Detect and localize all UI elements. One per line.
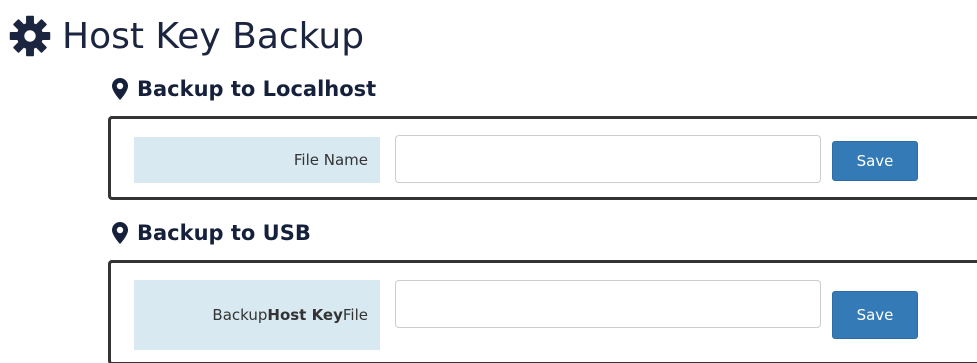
backup-host-key-file-label: Backup Host Key File — [134, 280, 380, 350]
section-title-localhost: Backup to Localhost — [112, 75, 376, 103]
map-marker-icon — [112, 78, 128, 100]
file-name-label: File Name — [134, 137, 380, 183]
file-name-input[interactable] — [395, 135, 821, 183]
page-header: Host Key Backup — [8, 8, 364, 64]
file-name-label-text: File Name — [293, 151, 368, 169]
page-title: Host Key Backup — [62, 15, 365, 57]
label-bold: Host Key — [267, 306, 343, 324]
label-suffix: File — [342, 306, 368, 324]
panel-backup-localhost: File Name Save — [108, 116, 977, 200]
save-localhost-button[interactable]: Save — [832, 141, 918, 181]
panel-backup-usb: Backup Host Key File Save — [108, 260, 977, 363]
gear-icon — [9, 15, 51, 57]
host-key-file-input[interactable] — [395, 280, 821, 328]
section-title-text: Backup to Localhost — [137, 77, 377, 101]
host-key-backup-page: Host Key Backup Backup to Localhost File… — [0, 0, 977, 363]
map-marker-icon — [112, 222, 128, 244]
save-usb-button[interactable]: Save — [832, 291, 918, 339]
section-title-text: Backup to USB — [137, 221, 311, 245]
label-prefix: Backup — [212, 306, 268, 324]
section-title-usb: Backup to USB — [112, 219, 311, 247]
